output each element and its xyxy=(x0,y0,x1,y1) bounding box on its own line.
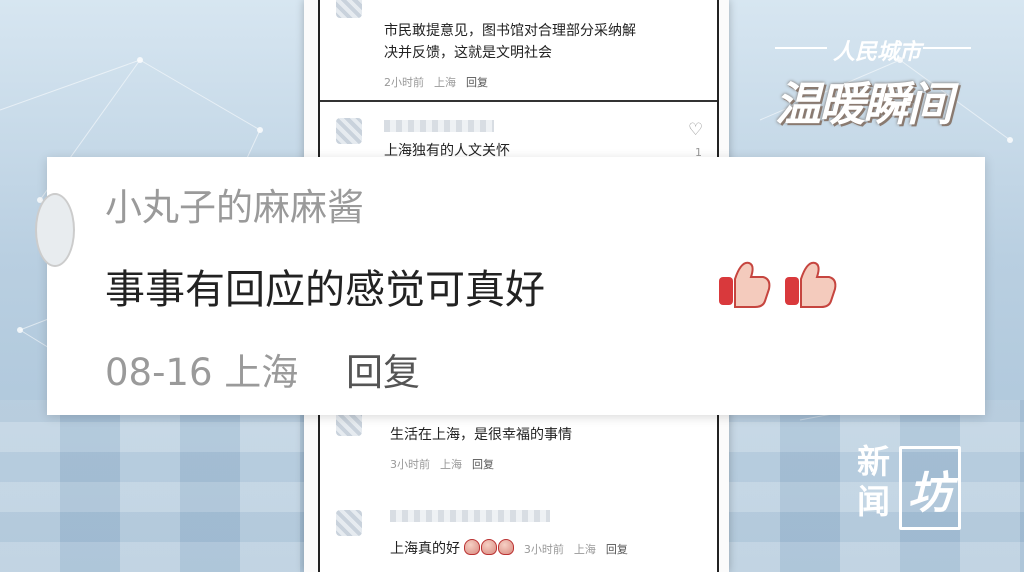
comment-meta: 3小时前 上海 回复 xyxy=(390,456,504,472)
comment-location: 上海 xyxy=(434,76,456,89)
comment-text: 事事有回应的感觉可真好 xyxy=(105,267,545,313)
avatar[interactable] xyxy=(336,0,362,18)
comment-item: 上海独有的人文关怀 ♡ 1 xyxy=(320,102,717,162)
comment-meta: 2小时前 上海 回复 xyxy=(384,74,498,90)
thumbs-up-icon xyxy=(785,261,837,308)
logo-rule xyxy=(775,47,827,49)
zoomed-comment: 小丸子的麻麻酱 事事有回应的感觉可真好 08-16 上海 回复 xyxy=(35,157,985,415)
comment-text-body: 上海真的好 xyxy=(390,541,460,557)
comment-text-line: 市民敢提意见，图书馆对合理部分采纳解 xyxy=(384,23,636,39)
channel-logo-text: 人民城市 xyxy=(833,40,922,65)
comment-location: 上海 xyxy=(440,458,462,471)
news-logo-mark: 坊 xyxy=(899,446,961,530)
news-logo-mark-text: 坊 xyxy=(908,468,952,519)
avatar xyxy=(35,193,75,267)
avatar[interactable] xyxy=(336,118,362,144)
reply-button[interactable]: 回复 xyxy=(606,543,628,556)
program-logo: 人民城市 温暖瞬间 xyxy=(775,34,975,144)
comment-time: 2小时前 xyxy=(384,76,424,89)
comment-meta: 08-16 上海 回复 xyxy=(105,342,420,396)
avatar[interactable] xyxy=(336,510,362,536)
comment-text: 生活在上海，是很幸福的事情 xyxy=(390,427,572,443)
comment-location: 上海 xyxy=(573,543,596,556)
nickname-blurred xyxy=(384,120,494,132)
comment-item: 上海真的好 3小时前 上海 回复 xyxy=(320,500,717,572)
comment-text-line: 决并反馈，这就是文明社会 xyxy=(384,45,552,61)
comment-meta: 3小时前 上海 回复 xyxy=(524,543,638,556)
heart-icon[interactable]: ♡ xyxy=(688,120,703,140)
reply-button[interactable]: 回复 xyxy=(346,351,420,394)
news-logo-text: 新闻 xyxy=(857,442,890,521)
logo-rule xyxy=(923,47,971,49)
nickname: 小丸子的麻麻酱 xyxy=(105,186,364,229)
comment-date: 08-16 xyxy=(105,351,213,394)
comment-time: 3小时前 xyxy=(523,543,564,556)
comment-text: 市民敢提意见，图书馆对合理部分采纳解 决并反馈，这就是文明社会 xyxy=(384,20,636,64)
news-logo: 新闻 坊 xyxy=(857,442,961,530)
comment-location: 上海 xyxy=(224,351,299,394)
thumbs-up-icon xyxy=(498,539,515,555)
nickname-blurred xyxy=(390,510,550,522)
thumbs-up-icon xyxy=(464,539,481,555)
thumbs-up-icon xyxy=(719,261,771,308)
thumbs-up-icon xyxy=(481,539,498,555)
program-title: 温暖瞬间 xyxy=(775,77,953,131)
comment-text: 上海真的好 3小时前 上海 回复 xyxy=(390,538,638,561)
reply-button[interactable]: 回复 xyxy=(472,458,494,471)
reply-button[interactable]: 回复 xyxy=(466,76,488,89)
comment-item: 市民敢提意见，图书馆对合理部分采纳解 决并反馈，这就是文明社会 2小时前 上海 回复 xyxy=(320,0,717,100)
comment-time: 3小时前 xyxy=(390,458,430,471)
